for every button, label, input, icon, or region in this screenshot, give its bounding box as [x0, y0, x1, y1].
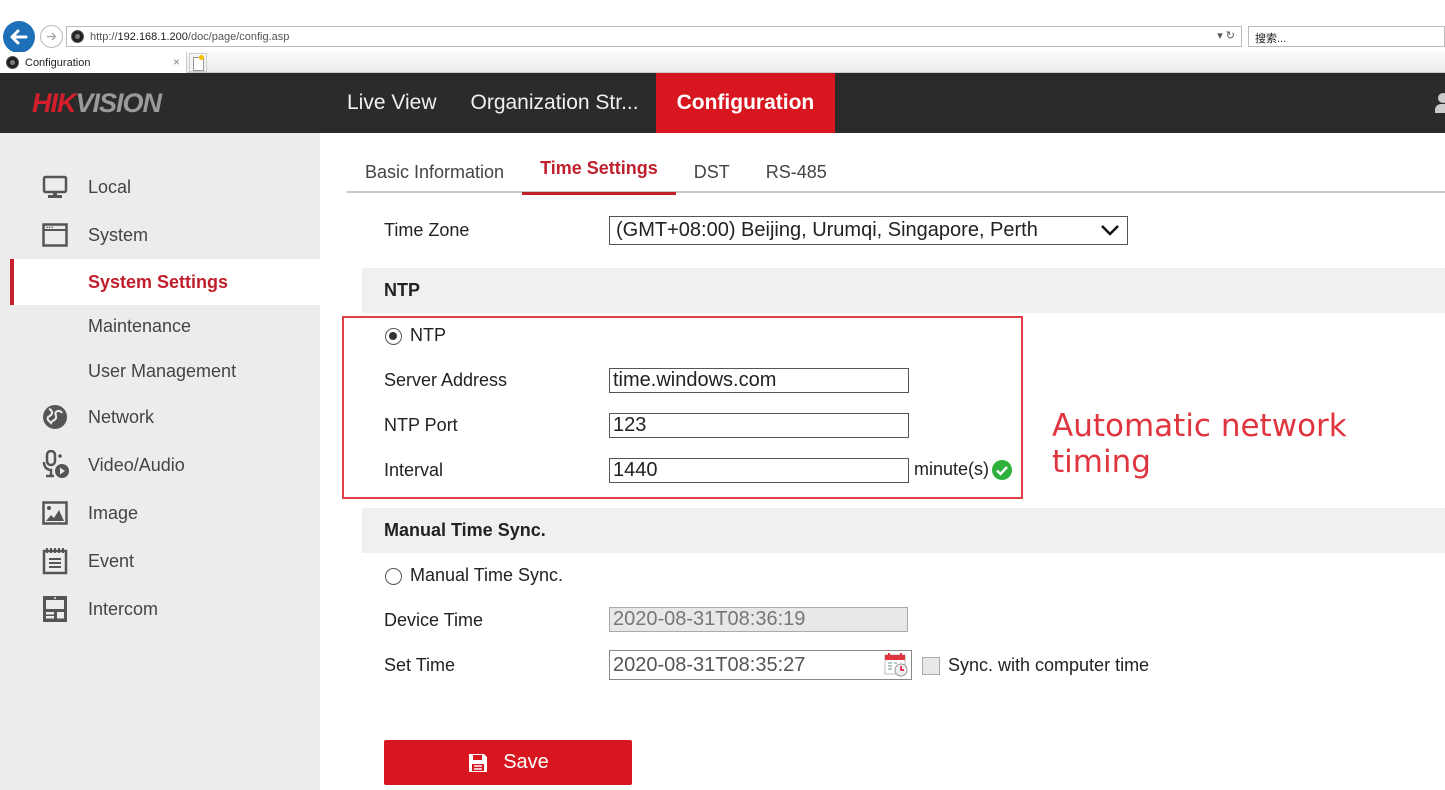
url-host: 192.168.1.200 — [117, 30, 188, 43]
sidebar-item-label: Local — [88, 176, 132, 197]
tab-dst[interactable]: DST — [676, 151, 748, 193]
sync-computer-time-checkbox[interactable] — [922, 657, 940, 675]
ntp-port-input[interactable]: 123 — [609, 413, 909, 438]
monitor-icon — [41, 173, 69, 201]
refresh-button[interactable]: ▾ ↻ — [1217, 29, 1235, 42]
time-zone-value: (GMT+08:00) Beijing, Urumqi, Singapore, … — [616, 219, 1038, 241]
address-bar[interactable]: http://192.168.1.200/doc/page/config.asp… — [66, 26, 1242, 47]
time-zone-label: Time Zone — [384, 220, 470, 240]
browser-tab-strip: Configuration × — [0, 52, 1445, 73]
nav-configuration[interactable]: Configuration — [655, 73, 836, 133]
nav-organization-structure[interactable]: Organization Str... — [454, 73, 656, 133]
ntp-port-label: NTP Port — [384, 415, 458, 435]
interval-input[interactable]: 1440 — [609, 458, 909, 483]
logo-part-vision: VISION — [75, 88, 163, 118]
logo-part-hik: HIK — [32, 88, 76, 118]
sidebar-item-maintenance[interactable]: Maintenance — [0, 303, 320, 349]
main-content: Basic Information Time Settings DST RS-4… — [320, 133, 1445, 790]
sidebar-item-label: Network — [88, 406, 155, 427]
sidebar-item-user-management[interactable]: User Management — [0, 348, 320, 394]
sidebar-item-network[interactable]: Network — [0, 394, 320, 440]
sidebar-item-label: Maintenance — [88, 315, 192, 336]
browser-toolbar: http://192.168.1.200/doc/page/config.asp… — [0, 0, 1445, 53]
sidebar-item-label: Image — [88, 502, 139, 523]
server-address-label: Server Address — [384, 370, 508, 390]
interval-unit: minute(s) — [914, 459, 990, 479]
main-nav: Live View Organization Str... Configurat… — [330, 73, 836, 133]
user-icon[interactable] — [1435, 93, 1445, 115]
sidebar-item-video-audio[interactable]: Video/Audio — [0, 442, 320, 488]
app-header: HIKVISION Live View Organization Str... … — [0, 73, 1445, 133]
sidebar-item-label: System Settings — [88, 271, 229, 292]
server-address-input[interactable]: time.windows.com — [609, 368, 909, 393]
sidebar-item-image[interactable]: Image — [0, 490, 320, 536]
browser-search-input[interactable]: 搜索... — [1248, 26, 1445, 47]
sidebar-item-system[interactable]: System — [0, 212, 320, 258]
ntp-radio-label: NTP — [410, 325, 446, 345]
hikvision-logo: HIKVISION — [32, 88, 163, 119]
sidebar-item-label: System — [88, 224, 149, 245]
site-favicon-icon — [71, 30, 84, 43]
annotation-text: Automatic network timing — [1052, 408, 1347, 480]
arrow-left-icon — [10, 29, 28, 45]
save-button[interactable]: Save — [384, 740, 632, 785]
ntp-section-header: NTP — [362, 268, 1445, 313]
url-prefix: http:// — [90, 30, 118, 43]
sidebar-item-label: Intercom — [88, 598, 159, 619]
globe-icon — [41, 403, 69, 431]
set-time-input[interactable]: 2020-08-31T08:35:27 — [609, 650, 912, 680]
manual-sync-radio[interactable] — [385, 568, 402, 585]
sidebar: Local System System Settings Maintenance… — [0, 133, 320, 790]
tab-favicon-icon — [6, 56, 19, 69]
tab-rs485[interactable]: RS-485 — [748, 151, 845, 193]
tab-basic-information[interactable]: Basic Information — [347, 151, 522, 193]
manual-sync-section-header: Manual Time Sync. — [362, 508, 1445, 553]
sync-computer-time-label: Sync. with computer time — [948, 655, 1150, 675]
manual-sync-radio-label: Manual Time Sync. — [410, 565, 564, 585]
browser-tab[interactable]: Configuration × — [0, 52, 187, 73]
sidebar-item-label: Video/Audio — [88, 454, 185, 475]
interval-label: Interval — [384, 460, 444, 480]
floppy-disk-icon — [467, 752, 489, 774]
calendar-icon[interactable] — [883, 651, 909, 677]
back-button[interactable] — [3, 21, 35, 53]
tab-time-settings[interactable]: Time Settings — [522, 147, 676, 195]
tab-close-icon[interactable]: × — [173, 55, 180, 69]
device-time-field: 2020-08-31T08:36:19 — [609, 607, 908, 632]
sidebar-item-local[interactable]: Local — [0, 164, 320, 210]
ntp-radio[interactable] — [385, 328, 402, 345]
nav-live-view[interactable]: Live View — [330, 73, 454, 133]
sidebar-item-intercom[interactable]: Intercom — [0, 586, 320, 632]
time-zone-select[interactable]: (GMT+08:00) Beijing, Urumqi, Singapore, … — [609, 216, 1128, 245]
window-icon — [41, 221, 69, 249]
sidebar-item-event[interactable]: Event — [0, 538, 320, 584]
device-time-label: Device Time — [384, 610, 484, 630]
save-button-label: Save — [503, 751, 549, 773]
settings-tabs: Basic Information Time Settings DST RS-4… — [347, 151, 1445, 195]
sidebar-item-label: User Management — [88, 360, 237, 381]
image-icon — [41, 499, 69, 527]
chevron-down-icon — [1101, 225, 1119, 236]
url-path: /doc/page/config.asp — [187, 30, 290, 43]
sidebar-item-label: Event — [88, 550, 135, 571]
intercom-icon — [41, 595, 69, 623]
set-time-label: Set Time — [384, 655, 456, 675]
mic-play-icon — [41, 450, 69, 479]
browser-tab-title: Configuration — [25, 56, 91, 69]
arrow-right-icon — [47, 32, 57, 41]
notepad-icon — [41, 547, 69, 575]
forward-button[interactable] — [40, 25, 63, 48]
sidebar-item-system-settings[interactable]: System Settings — [10, 259, 320, 305]
check-circle-icon — [992, 460, 1012, 480]
new-tab-button[interactable] — [189, 53, 207, 72]
